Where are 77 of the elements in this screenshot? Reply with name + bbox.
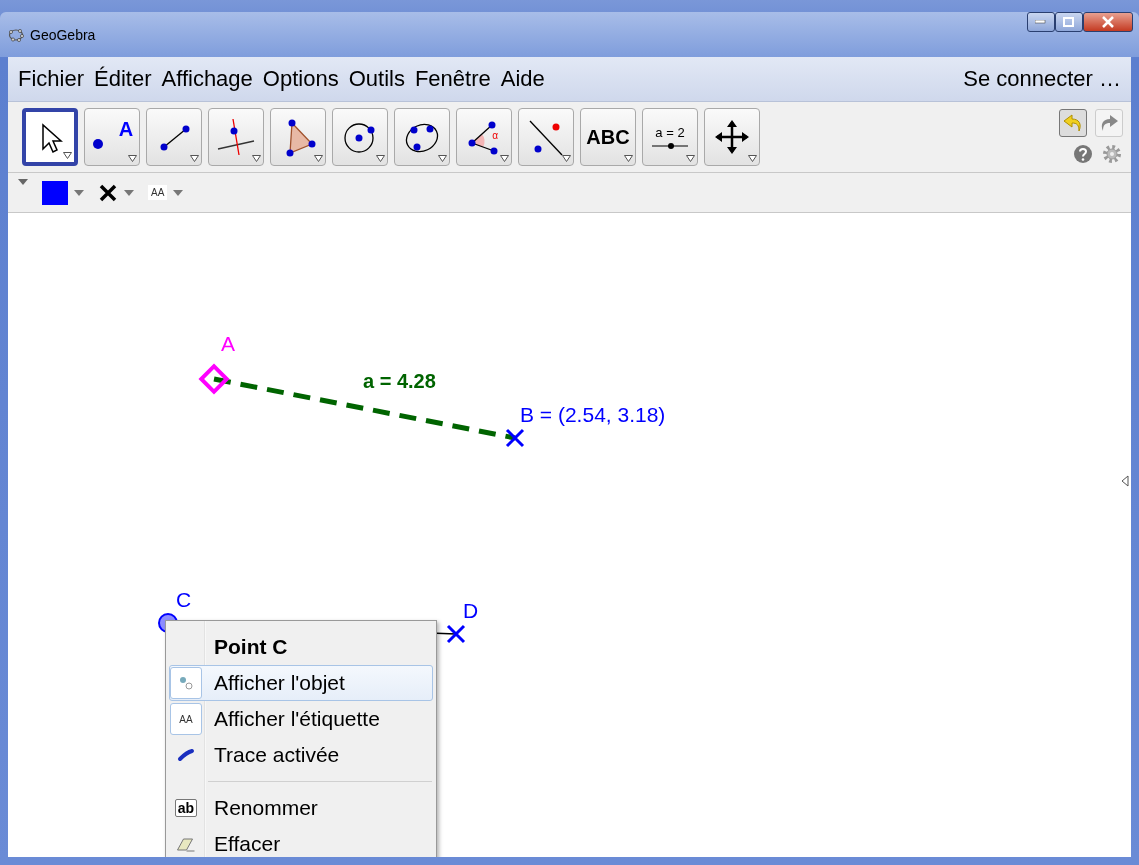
- point-label: C: [176, 588, 192, 611]
- dropdown-triangle-icon: [314, 155, 323, 162]
- menu-item[interactable]: Aide: [500, 66, 545, 92]
- window-title: GeoGebra: [30, 26, 96, 43]
- dropdown-triangle-icon: [190, 155, 199, 162]
- menu-item[interactable]: Effacer: [169, 826, 433, 857]
- color-button[interactable]: [42, 180, 84, 205]
- dropdown-triangle-icon: [748, 155, 757, 162]
- maximize-button[interactable]: [1055, 12, 1083, 32]
- tool-button[interactable]: ABC: [580, 108, 636, 166]
- undo-button[interactable]: [1059, 109, 1087, 137]
- redo-button[interactable]: [1095, 109, 1123, 137]
- menu-item[interactable]: Outils: [348, 66, 405, 92]
- dropdown-triangle-icon: [438, 155, 447, 162]
- menu-item[interactable]: Fichier: [18, 66, 84, 92]
- menu-item[interactable]: AA Afficher l'étiquette: [169, 701, 433, 737]
- menu-item[interactable]: Affichage: [161, 66, 253, 92]
- caret-icon: [124, 189, 134, 196]
- menu-title: Point C: [213, 634, 289, 660]
- dropdown-triangle-icon: [128, 155, 137, 162]
- tool-button[interactable]: [208, 108, 264, 166]
- move-arrows-icon: [714, 119, 750, 155]
- menu-item[interactable]: Fenêtre: [414, 66, 491, 92]
- menu-item[interactable]: Éditer: [94, 66, 152, 92]
- tool-button[interactable]: α: [456, 108, 512, 166]
- menu-item[interactable]: Options: [262, 66, 339, 92]
- tool-button[interactable]: [332, 108, 388, 166]
- tool-button[interactable]: a = 2: [642, 108, 698, 166]
- menu-item[interactable]: Trace activée: [169, 737, 433, 773]
- minimize-button[interactable]: [1027, 12, 1055, 32]
- menu-item[interactable]: Afficher l'objet: [169, 665, 433, 701]
- close-button[interactable]: [1083, 12, 1133, 32]
- rename-icon: ab: [174, 799, 198, 817]
- slider-icon-label: a = 2: [655, 124, 685, 140]
- cross-icon: [98, 182, 118, 203]
- dropdown-triangle-icon: [63, 152, 72, 159]
- slider-icon: [650, 141, 690, 150]
- tool-button[interactable]: [22, 108, 78, 166]
- minimize-icon: [1035, 20, 1047, 24]
- perpendicular-line-icon: [216, 117, 256, 157]
- tool-button[interactable]: [518, 108, 574, 166]
- collapse-panel-icon[interactable]: [1121, 475, 1129, 487]
- segment-label: a = 4.28: [363, 370, 436, 392]
- angle-symbol: α: [492, 130, 498, 141]
- maximize-icon: [1063, 17, 1075, 27]
- dropdown-triangle-icon: [686, 155, 695, 162]
- tool-button[interactable]: [394, 108, 450, 166]
- eraser-icon: [176, 836, 196, 852]
- sign-in-link[interactable]: Se connecter …: [963, 66, 1121, 92]
- tool-button[interactable]: [270, 108, 326, 166]
- help-icon[interactable]: [1073, 144, 1093, 164]
- dropdown-triangle-icon: [562, 155, 571, 162]
- tool-button[interactable]: [146, 108, 202, 166]
- point-label: A: [221, 332, 235, 355]
- dropdown-triangle-icon: [624, 155, 633, 162]
- point-icon: [90, 137, 105, 151]
- dropdown-triangle-icon: [500, 155, 509, 162]
- dropdown-triangle-icon: [376, 155, 385, 162]
- dropdown-triangle-icon: [252, 155, 261, 162]
- point-label: D: [463, 599, 479, 622]
- point-marker[interactable]: [446, 624, 466, 644]
- undo-icon: [1062, 112, 1084, 134]
- close-icon: [1101, 16, 1115, 28]
- trace-icon: [177, 748, 195, 762]
- point-marker[interactable]: [198, 363, 230, 395]
- point-label: B = (2.54, 3.18): [520, 403, 666, 426]
- menu-item[interactable]: ab Renommer: [169, 790, 433, 826]
- point-icon-label: A: [118, 117, 134, 141]
- app-logo-icon: [8, 26, 24, 43]
- point-style-button[interactable]: [98, 182, 134, 203]
- caret-icon: [173, 189, 184, 196]
- tool-button[interactable]: [704, 108, 760, 166]
- point-marker[interactable]: [505, 428, 525, 448]
- tool-button[interactable]: A: [84, 108, 140, 166]
- toggle-style-bar-icon[interactable]: [18, 179, 28, 185]
- two-circles-icon: [178, 675, 194, 691]
- caret-icon: [74, 189, 84, 196]
